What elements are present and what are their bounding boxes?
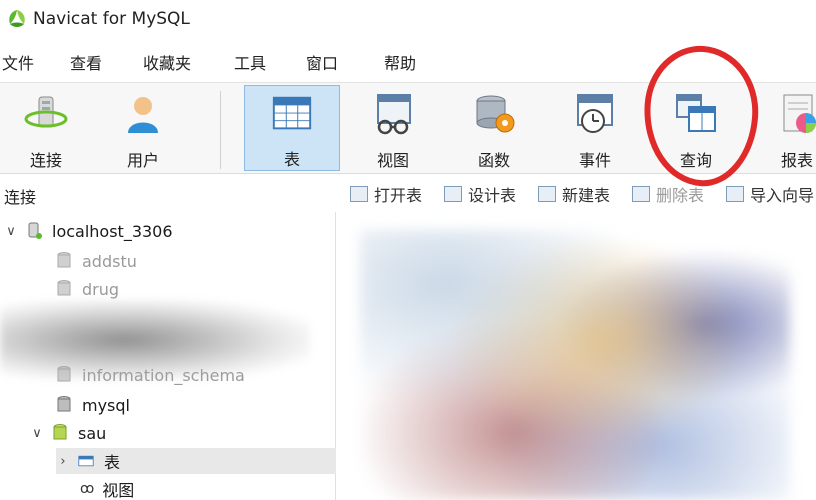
- menu-view[interactable]: 查看: [70, 50, 102, 74]
- tree-db-sau[interactable]: ∨ sau: [30, 420, 106, 446]
- tree-db-addstu[interactable]: addstu: [56, 248, 137, 274]
- open-table-button[interactable]: 打开表: [350, 182, 422, 206]
- database-open-icon: [53, 424, 67, 440]
- design-table-label: 设计表: [468, 186, 517, 205]
- tree-sau-views[interactable]: ꝏ 视图: [80, 476, 134, 500]
- import-wizard-icon: [726, 186, 744, 202]
- toolbar-function-label: 函数: [477, 151, 510, 170]
- connection-icon: [28, 222, 42, 239]
- toolbar-user-button[interactable]: 用户: [95, 85, 191, 171]
- tree-db-label: mysql: [82, 395, 130, 415]
- toolbar-function-button[interactable]: 函数: [446, 85, 542, 171]
- database-icon: [57, 280, 71, 296]
- connection-icon: [24, 96, 68, 128]
- title-bar: Navicat for MySQL: [0, 0, 816, 38]
- toolbar-table-button[interactable]: 表: [244, 85, 340, 171]
- tree-connection-label: localhost_3306: [52, 221, 173, 241]
- toolbar-connection-button[interactable]: 连接: [0, 85, 94, 171]
- tree-views-label: 视图: [102, 481, 135, 500]
- view-icon: [377, 94, 411, 135]
- tree-db-drug[interactable]: drug: [56, 276, 119, 302]
- redaction-blur: [0, 300, 310, 380]
- toolbar-report-label: 报表: [780, 151, 813, 170]
- menu-tools[interactable]: 工具: [234, 50, 266, 74]
- delete-table-button[interactable]: 删除表: [632, 182, 704, 206]
- toolbar-view-button[interactable]: 视图: [345, 85, 441, 171]
- import-wizard-label: 导入向导: [750, 186, 815, 205]
- tree-connection-localhost[interactable]: ∨ localhost_3306: [4, 218, 173, 244]
- open-table-label: 打开表: [374, 186, 423, 205]
- window-title: Navicat for MySQL: [33, 9, 190, 29]
- toolbar-separator: [220, 91, 221, 169]
- tree-db-label: drug: [82, 279, 120, 299]
- toolbar-table-label: 表: [283, 150, 300, 169]
- design-table-icon: [444, 186, 462, 202]
- menu-file[interactable]: 文件: [2, 50, 34, 74]
- chevron-right-icon[interactable]: ›: [56, 454, 70, 469]
- report-icon: [783, 94, 816, 133]
- new-table-label: 新建表: [562, 186, 611, 205]
- menu-favorites[interactable]: 收藏夹: [143, 50, 191, 74]
- redaction-smear: [360, 230, 790, 500]
- toolbar-connection-label: 连接: [29, 151, 62, 170]
- table-icon: [78, 455, 94, 467]
- tree-db-label: sau: [78, 423, 107, 443]
- tree-db-label: addstu: [82, 251, 137, 271]
- toolbar-event-label: 事件: [578, 151, 611, 170]
- delete-table-icon: [632, 186, 650, 202]
- table-icon: [272, 96, 312, 130]
- user-icon: [128, 97, 158, 133]
- chevron-down-icon[interactable]: ∨: [30, 426, 44, 441]
- toolbar-event-button[interactable]: 事件: [547, 85, 643, 171]
- menu-window[interactable]: 窗口: [306, 50, 338, 74]
- navicat-logo-icon: [9, 10, 25, 27]
- toolbar-user-label: 用户: [126, 151, 159, 170]
- new-table-button[interactable]: 新建表: [538, 182, 610, 206]
- toolbar-view-label: 视图: [376, 151, 409, 170]
- function-icon: [476, 95, 515, 133]
- glasses-icon: ꝏ: [80, 481, 95, 497]
- chevron-down-icon[interactable]: ∨: [4, 224, 18, 239]
- menu-help[interactable]: 帮助: [384, 50, 416, 74]
- connection-panel-title: 连接: [4, 188, 37, 207]
- import-wizard-button[interactable]: 导入向导: [726, 182, 814, 206]
- tree-sau-tables[interactable]: › 表: [56, 448, 336, 474]
- design-table-button[interactable]: 设计表: [444, 182, 516, 206]
- event-icon: [577, 94, 613, 133]
- tree-tables-label: 表: [104, 453, 121, 472]
- connection-panel-header: 连接: [0, 176, 336, 210]
- database-icon: [57, 252, 71, 268]
- open-table-icon: [350, 186, 368, 202]
- database-icon: [57, 396, 71, 412]
- object-toolbar: 打开表 设计表 新建表 删除表 导入向导: [336, 176, 816, 210]
- toolbar-report-button[interactable]: 报表: [749, 85, 816, 171]
- tree-db-mysql[interactable]: mysql: [56, 392, 130, 418]
- new-table-icon: [538, 186, 556, 202]
